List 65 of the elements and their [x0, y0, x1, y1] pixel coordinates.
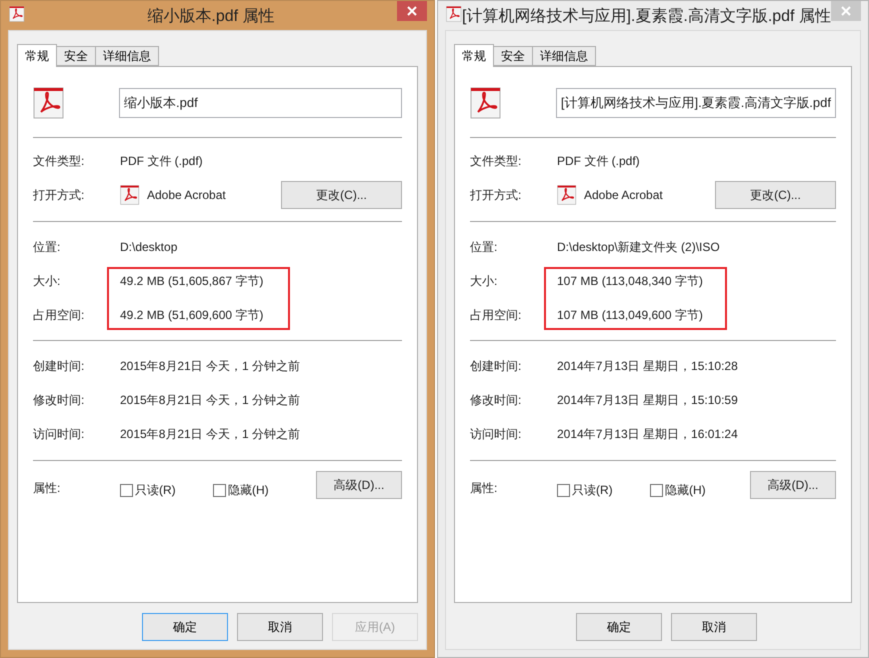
checkbox[interactable]: 只读(R) — [557, 481, 650, 499]
change-button[interactable]: 更改(C)... — [715, 181, 836, 209]
app-name: Adobe Acrobat — [147, 187, 227, 204]
field-value: PDF 文件 (.pdf) — [120, 153, 203, 170]
tab[interactable]: 常规 — [17, 44, 57, 67]
pdf-file-icon — [120, 185, 140, 205]
field-label: 位置: — [470, 239, 498, 256]
checkbox[interactable]: 隐藏(H) — [213, 481, 306, 499]
field-label: 属性: — [470, 480, 498, 497]
field-label: 占用空间: — [33, 307, 86, 324]
advanced-button[interactable]: 高级(D)... — [316, 471, 402, 499]
field-label: 大小: — [470, 273, 498, 290]
field-label: 修改时间: — [33, 392, 86, 409]
field-value: PDF 文件 (.pdf) — [557, 153, 640, 170]
pdf-file-icon — [557, 185, 577, 205]
field-value: 2015年8月21日 今天，1 分钟之前 — [120, 358, 300, 375]
field-label: 打开方式: — [33, 187, 86, 204]
field-label: 占用空间: — [470, 307, 522, 324]
pdf-file-icon — [470, 87, 502, 119]
filename-field[interactable]: 缩小版本.pdf — [119, 88, 402, 118]
field-value: 107 MB (113,049,600 字节) — [557, 307, 703, 324]
pdf-file-icon — [33, 87, 65, 119]
dialog-button[interactable]: 确定 — [142, 613, 228, 641]
advanced-button[interactable]: 高级(D)... — [750, 471, 836, 499]
app-name: Adobe Acrobat — [584, 187, 664, 204]
dialog-button[interactable]: 取消 — [237, 613, 323, 641]
field-value: 2014年7月13日 星期日，15:10:59 — [557, 392, 738, 409]
dialog-button[interactable]: 取消 — [671, 613, 757, 641]
field-value: 2014年7月13日 星期日，16:01:24 — [557, 426, 738, 443]
pdf-file-icon — [9, 6, 25, 22]
field-label: 文件类型: — [33, 153, 86, 170]
close-icon — [841, 6, 851, 16]
field-value: D:\desktop — [120, 239, 178, 256]
field-value: 2014年7月13日 星期日，15:10:28 — [557, 358, 738, 375]
checkbox[interactable]: 只读(R) — [120, 481, 213, 499]
tab[interactable]: 安全 — [494, 46, 533, 66]
close-icon — [407, 6, 417, 16]
window-title: 缩小版本.pdf 属性 — [146, 6, 276, 27]
field-value: 2015年8月21日 今天，1 分钟之前 — [120, 392, 300, 409]
pdf-file-icon — [446, 6, 462, 22]
field-value: 49.2 MB (51,605,867 字节) — [120, 273, 264, 290]
field-value: 49.2 MB (51,609,600 字节) — [120, 307, 264, 324]
window-title: [计算机网络技术与应用].夏素霞.高清文字版.pdf 属性 — [462, 6, 831, 27]
tab[interactable]: 常规 — [454, 44, 494, 67]
field-label: 打开方式: — [470, 187, 522, 204]
tab[interactable]: 详细信息 — [96, 46, 159, 66]
tab[interactable]: 安全 — [57, 46, 96, 66]
field-label: 创建时间: — [470, 358, 522, 375]
change-button[interactable]: 更改(C)... — [281, 181, 402, 209]
field-value: D:\desktop\新建文件夹 (2)\ISO — [557, 239, 720, 256]
dialog-button[interactable]: 确定 — [576, 613, 662, 641]
field-label: 位置: — [33, 239, 62, 256]
field-label: 创建时间: — [33, 358, 86, 375]
field-label: 访问时间: — [470, 426, 522, 443]
close-button[interactable] — [397, 1, 427, 21]
field-value: 2015年8月21日 今天，1 分钟之前 — [120, 426, 300, 443]
field-label: 修改时间: — [470, 392, 522, 409]
field-value: 107 MB (113,048,340 字节) — [557, 273, 703, 290]
tab[interactable]: 详细信息 — [533, 46, 596, 66]
field-label: 大小: — [33, 273, 62, 290]
filename-field[interactable]: [计算机网络技术与应用].夏素霞.高清文字版.pdf — [556, 88, 836, 118]
field-label: 属性: — [33, 480, 62, 497]
field-label: 访问时间: — [33, 426, 86, 443]
field-label: 文件类型: — [470, 153, 522, 170]
checkbox[interactable]: 隐藏(H) — [650, 481, 743, 499]
